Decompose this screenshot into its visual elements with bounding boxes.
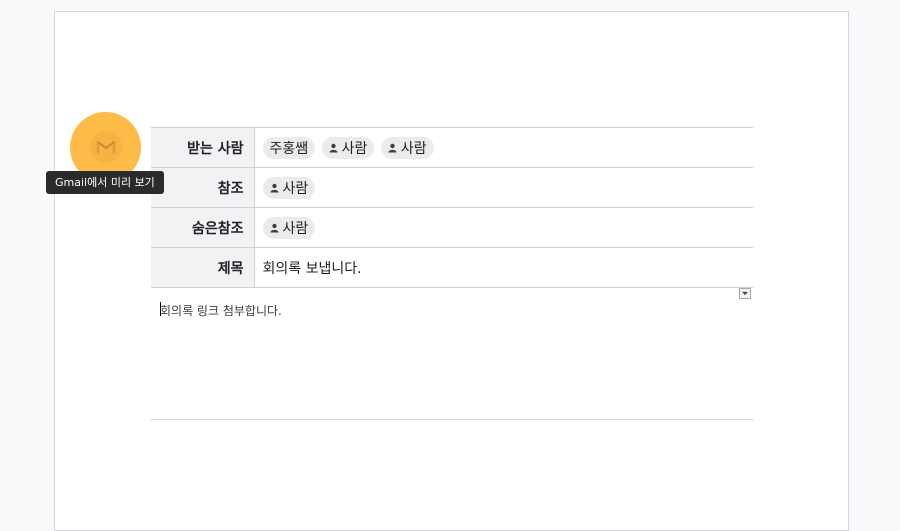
compose-fields: 받는 사람 주홍쌤 사람 사람 참조 사람 숨은참조 사람 제목 회의록 보냅니… (151, 127, 753, 288)
recipient-name: 사람 (341, 140, 368, 157)
cc-field[interactable]: 사람 (254, 167, 753, 208)
bcc-label: 숨은참조 (151, 207, 255, 248)
person-icon (388, 143, 397, 152)
subject-field[interactable]: 회의록 보냅니다. (254, 247, 753, 288)
recipient-chip[interactable]: 주홍쌤 (262, 136, 316, 159)
recipient-chip[interactable]: 사람 (380, 136, 434, 159)
body-options-button[interactable] (739, 288, 751, 299)
message-body[interactable]: 회의록 링크 첨부합니다. (151, 286, 753, 420)
to-label: 받는 사람 (151, 127, 255, 168)
recipient-chip[interactable]: 사람 (262, 176, 316, 199)
cc-label: 참조 (151, 167, 255, 208)
cc-row: 참조 사람 (151, 167, 753, 208)
subject-label: 제목 (151, 247, 255, 288)
person-icon (270, 223, 278, 232)
recipient-name: 사람 (400, 140, 427, 157)
gmail-icon (96, 140, 116, 155)
to-row: 받는 사람 주홍쌤 사람 사람 (151, 127, 753, 168)
recipient-name: 주홍쌤 (269, 140, 309, 157)
recipient-chip[interactable]: 사람 (321, 136, 375, 159)
to-field[interactable]: 주홍쌤 사람 사람 (254, 127, 753, 168)
message-body-text: 회의록 링크 첨부합니다. (160, 304, 282, 318)
subject-row: 제목 회의록 보냅니다. (151, 247, 753, 288)
recipient-chip[interactable]: 사람 (262, 216, 316, 239)
bcc-field[interactable]: 사람 (254, 207, 753, 248)
recipient-name: 사람 (282, 220, 309, 237)
gmail-icon-badge (90, 131, 122, 163)
recipient-name: 사람 (282, 180, 309, 197)
person-icon (270, 183, 278, 192)
person-icon (329, 143, 338, 152)
dropdown-arrow-icon (742, 291, 748, 296)
bcc-row: 숨은참조 사람 (151, 207, 753, 248)
preview-tooltip: Gmail에서 미리 보기 (46, 171, 164, 194)
